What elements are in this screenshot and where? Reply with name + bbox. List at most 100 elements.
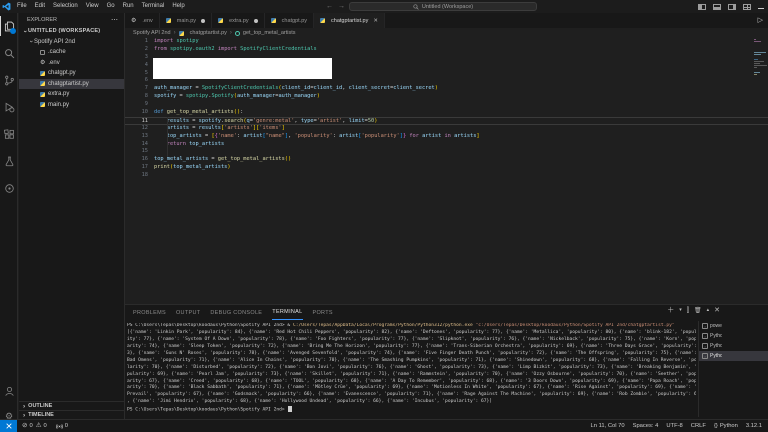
ports-indicator[interactable]: 0 xyxy=(55,423,68,430)
remote-indicator[interactable] xyxy=(0,419,17,432)
source-control-icon[interactable] xyxy=(0,70,18,90)
section-timeline[interactable]: › TIMELINE xyxy=(19,410,124,419)
command-center-search[interactable]: Untitled (Workspace) xyxy=(349,2,537,11)
title-bar: File Edit Selection View Go Run Terminal Help ←… xyxy=(0,0,768,13)
run-and-debug-icon[interactable] xyxy=(0,97,18,117)
workspace-title: Untitled (Workspace) xyxy=(421,3,474,10)
line-number: 15 xyxy=(141,148,148,155)
file-extra.py[interactable]: extra.py xyxy=(19,89,124,100)
status-ln-11-col-70[interactable]: Ln 11, Col 70 xyxy=(591,423,625,429)
menu-selection[interactable]: Selection xyxy=(49,0,82,13)
redacted-credentials-overlay xyxy=(153,58,332,79)
file-.cache[interactable]: .cache xyxy=(19,47,124,58)
code-editor[interactable]: 1 import spotipy 2 from spotipy.oauth2 impo… xyxy=(125,38,768,304)
file-.env[interactable]: ⚙ .env xyxy=(19,58,124,69)
status-python[interactable]: {} Python xyxy=(714,423,738,429)
python-extension-icon[interactable] xyxy=(0,178,18,198)
tab-main.py[interactable]: main.py xyxy=(159,13,213,28)
tab-.env[interactable]: ⚙ .env xyxy=(125,13,160,28)
line-number: 7 xyxy=(144,85,148,92)
nav-forward-icon[interactable]: → xyxy=(338,3,345,10)
menu-go[interactable]: Go xyxy=(103,0,119,13)
menu-help[interactable]: Help xyxy=(168,0,188,13)
folder-row[interactable]: › Spotify API 2nd xyxy=(19,37,124,48)
menu-view[interactable]: View xyxy=(82,0,103,13)
line-number: 11 xyxy=(141,117,148,124)
terminal-instance-python[interactable]: ›Python xyxy=(699,331,768,341)
panel-tab-problems[interactable]: PROBLEMS xyxy=(133,305,166,320)
file-main.py[interactable]: main.py xyxy=(19,100,124,111)
terminal-prompt-line: PS C:\Users\Tepas\Desktop\koodaus\Python… xyxy=(127,406,696,414)
toggle-primary-sidebar-icon[interactable] xyxy=(698,3,706,10)
breadcrumb-item[interactable]: Spotify API 2nd xyxy=(133,30,171,36)
chevron-down-icon: › xyxy=(21,30,29,33)
testing-icon[interactable] xyxy=(0,151,18,171)
menu-file[interactable]: File xyxy=(13,0,31,13)
tab-chatgpt.py[interactable]: chatgpt.py xyxy=(264,13,315,28)
explorer-icon[interactable] xyxy=(0,16,18,36)
accounts-icon[interactable] xyxy=(0,381,18,401)
explorer-more-actions-icon[interactable]: ⋯ xyxy=(111,16,118,24)
terminal-output-line-11: , {'name': 'Jimi Hendrix', 'popularity':… xyxy=(127,399,493,405)
kill-terminal-icon[interactable]: 🗑 xyxy=(694,308,702,314)
menu-run[interactable]: Run xyxy=(119,0,138,13)
file-chatgptartist.py[interactable]: chatgptartist.py xyxy=(19,78,124,89)
problems-errors[interactable]: ⊘ 0 xyxy=(22,422,33,430)
panel-tab-output[interactable]: OUTPUT xyxy=(176,305,200,320)
search-icon[interactable] xyxy=(0,43,18,63)
line-number: 17 xyxy=(141,164,148,171)
extensions-icon[interactable] xyxy=(0,124,18,144)
maximize-panel-icon[interactable]: ▴ xyxy=(707,308,710,313)
nav-back-icon[interactable]: ← xyxy=(326,3,333,10)
customize-layout-icon[interactable] xyxy=(743,3,751,10)
tab-extra.py[interactable]: extra.py xyxy=(212,13,265,28)
terminal-command-line: PS C:\Users\Tepas\Desktop\koodaus\Python… xyxy=(127,323,675,328)
minimize-icon[interactable] xyxy=(758,7,764,9)
breadcrumb-item[interactable]: chatgptartist.py xyxy=(190,30,227,36)
minimap[interactable] xyxy=(754,39,767,78)
file-chatgpt.py[interactable]: chatgpt.py xyxy=(19,68,124,79)
status-bar: ⊘ 0 ⚠ 0 0 Ln 11, Col 70 Spaces: 4 UTF-8 CRLF {… xyxy=(0,419,768,432)
toggle-secondary-sidebar-icon[interactable] xyxy=(728,3,736,10)
line-number: 16 xyxy=(141,156,148,163)
terminal-output-line-5: Bad Omens', 'popularity': 71}, {'name': … xyxy=(127,357,696,363)
code-line-1: 1 import spotipy xyxy=(125,38,768,46)
code-line-10: 10 def get_top_metal_artists(): xyxy=(125,109,768,117)
python-icon xyxy=(270,18,276,23)
panel-tab-terminal[interactable]: TERMINAL xyxy=(272,305,303,320)
panel-tab-debug-console[interactable]: DEBUG CONSOLE xyxy=(210,305,262,320)
close-panel-icon[interactable]: ✕ xyxy=(714,307,720,314)
toggle-panel-icon[interactable] xyxy=(713,3,721,10)
menu-terminal[interactable]: Terminal xyxy=(138,0,169,13)
status-spaces-4[interactable]: Spaces: 4 xyxy=(633,423,659,429)
menu-edit[interactable]: Edit xyxy=(31,0,49,13)
line-number: 13 xyxy=(141,132,148,139)
breadcrumb-item[interactable]: get_top_metal_artists xyxy=(243,30,296,36)
workspace-root-row[interactable]: › UNTITLED (WORKSPACE) xyxy=(19,26,124,37)
terminal-output[interactable]: PS C:\Users\Tepas\Desktop\koodaus\Python… xyxy=(127,323,696,419)
terminal-instance-powershell[interactable]: ›powershell xyxy=(699,321,768,331)
sidebar-bottom-sections: › OUTLINE › TIMELINE xyxy=(19,401,124,419)
code-line-8: 8 spotify = spotipy.Spotify(auth_manager=… xyxy=(125,93,768,101)
new-terminal-icon[interactable]: ＋ xyxy=(667,307,674,314)
section-outline[interactable]: › OUTLINE xyxy=(19,401,124,410)
terminal-instance-python[interactable]: ›Python xyxy=(699,341,768,351)
status-utf-8[interactable]: UTF-8 xyxy=(666,423,682,429)
line-number: 3 xyxy=(144,53,148,60)
split-terminal-icon[interactable]: ⫿ xyxy=(687,307,689,314)
terminal-instance-python[interactable]: ›Python xyxy=(699,351,768,361)
terminal-icon: › xyxy=(702,323,708,329)
line-number: 14 xyxy=(141,140,148,147)
launch-profile-chevron-icon[interactable]: ▾ xyxy=(679,308,682,313)
run-python-file-icon[interactable]: ▷ xyxy=(758,17,763,24)
remote-icon xyxy=(5,423,12,429)
status-3.12.1[interactable]: 3.12.1 xyxy=(746,423,762,429)
panel-tab-ports[interactable]: PORTS xyxy=(313,305,333,320)
status-crlf[interactable]: CRLF xyxy=(691,423,706,429)
line-number: 10 xyxy=(141,109,148,116)
chevron-down-icon: › xyxy=(27,40,35,43)
tab-chatgptartist.py[interactable]: chatgptartist.py ✕ xyxy=(314,13,385,28)
problems-warnings[interactable]: ⚠ 0 xyxy=(36,422,47,430)
code-line-15: 15 xyxy=(125,148,768,156)
close-icon[interactable]: ✕ xyxy=(373,18,378,24)
